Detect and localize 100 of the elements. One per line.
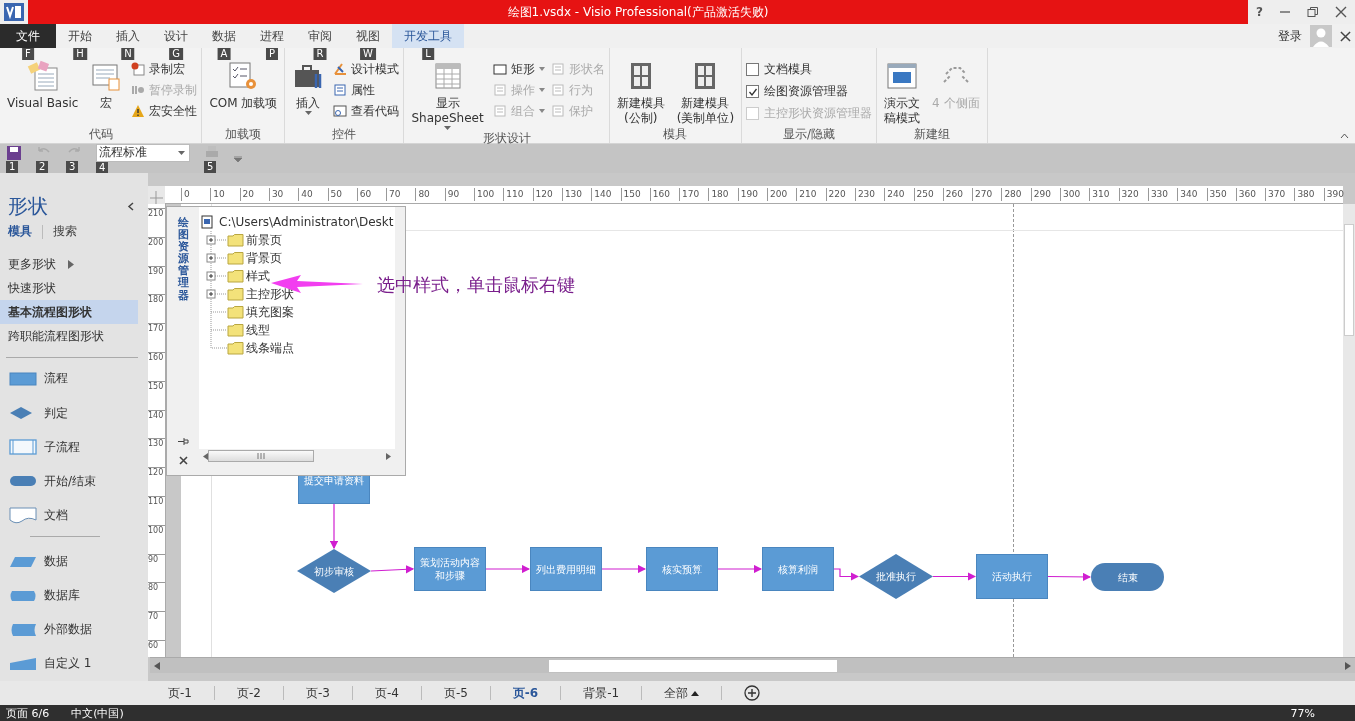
caret-icon bbox=[178, 150, 185, 155]
ribbon-tab[interactable]: 进程 bbox=[248, 24, 296, 48]
close-icon[interactable] bbox=[1334, 6, 1347, 18]
ribbon-tab[interactable]: 开始 bbox=[56, 24, 104, 48]
collapse-ribbon-icon[interactable] bbox=[1340, 133, 1349, 139]
keytip: 1 bbox=[6, 160, 19, 173]
master-shape[interactable]: 数据 bbox=[0, 544, 148, 579]
checkbox-label[interactable]: 绘图资源管理器 bbox=[764, 83, 849, 100]
panel-tab[interactable]: 搜索 bbox=[53, 223, 77, 240]
stencil-item[interactable]: 快速形状 bbox=[0, 276, 138, 300]
present-icon bbox=[886, 60, 919, 92]
connector-arrow bbox=[833, 568, 860, 581]
master-shape[interactable]: 自定义 1 bbox=[0, 646, 148, 681]
connector-arrow bbox=[717, 564, 763, 574]
master-shape[interactable]: 文档 bbox=[0, 498, 148, 533]
tree-item[interactable]: 样式 bbox=[246, 267, 270, 285]
page-tab[interactable]: 页-1 bbox=[168, 684, 192, 702]
master-shape[interactable]: 开始/结束 bbox=[0, 464, 148, 499]
scrollbar-thumb[interactable] bbox=[548, 659, 837, 672]
expand-icon[interactable] bbox=[205, 231, 227, 249]
ribbon-button[interactable]: 属性 bbox=[333, 81, 400, 99]
sign-in-link[interactable]: 登录 bbox=[1278, 27, 1302, 45]
ribbon-tab[interactable]: 文件 bbox=[0, 24, 56, 48]
close-icon[interactable] bbox=[178, 456, 188, 465]
rect-icon bbox=[492, 62, 507, 76]
ribbon-button[interactable]: 查看代码 bbox=[333, 102, 400, 120]
ribbon-tab[interactable]: 插入 bbox=[104, 24, 152, 48]
master-shape[interactable]: 判定 bbox=[0, 396, 148, 431]
restore-icon[interactable] bbox=[1306, 6, 1319, 18]
customize-caret-icon[interactable] bbox=[234, 155, 242, 162]
folder-icon bbox=[227, 233, 244, 247]
checkbox[interactable] bbox=[746, 63, 760, 76]
close-icon[interactable] bbox=[1340, 30, 1351, 42]
connector-arrow bbox=[932, 572, 977, 581]
ribbon-button[interactable]: COM 加载项 bbox=[206, 60, 281, 111]
pin-icon[interactable] bbox=[177, 437, 189, 446]
stencil-item[interactable]: 跨职能流程图形状 bbox=[0, 324, 138, 348]
tree-item[interactable]: 线型 bbox=[246, 321, 270, 339]
ribbon-tab[interactable]: 设计 bbox=[152, 24, 200, 48]
master-shape[interactable]: 流程 bbox=[0, 361, 148, 397]
scrollbar-thumb[interactable] bbox=[1344, 224, 1354, 336]
terminator-shape: 结束 bbox=[1091, 563, 1164, 591]
ribbon-button[interactable]: 矩形 bbox=[492, 60, 545, 78]
tree-item[interactable]: 背景页 bbox=[246, 249, 282, 267]
expand-icon[interactable] bbox=[205, 267, 227, 285]
caret-icon bbox=[444, 126, 452, 130]
ribbon-button[interactable]: 插入 bbox=[289, 60, 328, 115]
page-indicator[interactable]: 页面 6/6 bbox=[6, 705, 50, 721]
page-tab[interactable]: 页-5 bbox=[443, 684, 468, 702]
zoom-level[interactable]: 77% bbox=[1290, 706, 1315, 720]
ribbon-button[interactable]: 设计模式 bbox=[333, 60, 400, 78]
expand-icon[interactable] bbox=[205, 285, 227, 303]
ribbon-button[interactable]: 显示 ShapeSheet bbox=[408, 60, 487, 130]
master-shape[interactable]: 外部数据 bbox=[0, 612, 148, 647]
checkbox-label[interactable]: 文档模具 bbox=[764, 61, 813, 78]
save-icon[interactable] bbox=[6, 144, 22, 161]
tree-item[interactable]: 前景页 bbox=[246, 231, 282, 249]
stencil-item[interactable]: 基本流程图形状 bbox=[0, 300, 138, 324]
ribbon-tab[interactable]: 视图 bbox=[344, 24, 392, 48]
ribbon-button[interactable]: 演示文 稿模式 bbox=[881, 60, 924, 126]
folder-icon bbox=[227, 269, 244, 283]
caret-icon bbox=[304, 111, 312, 115]
document-shape-icon bbox=[8, 505, 38, 526]
page-tab[interactable]: 页-3 bbox=[305, 684, 330, 702]
tree-item[interactable]: 填充图案 bbox=[246, 303, 294, 321]
panel-tab[interactable]: 模具 bbox=[8, 223, 32, 240]
scrollbar-thumb[interactable] bbox=[208, 450, 314, 462]
ribbon-button[interactable]: Visual Basic bbox=[4, 60, 82, 111]
group-label: 代码 bbox=[87, 126, 114, 143]
caret-icon bbox=[691, 690, 700, 696]
connector-arrow bbox=[485, 564, 531, 574]
scroll-right-icon[interactable] bbox=[1345, 661, 1351, 670]
scroll-right-icon[interactable] bbox=[386, 452, 391, 460]
master-shape[interactable]: 数据库 bbox=[0, 578, 148, 613]
ribbon-button[interactable]: 新建模具 (美制单位) bbox=[673, 60, 738, 126]
help-button[interactable]: ? bbox=[1256, 5, 1263, 19]
page-tab[interactable]: 背景-1 bbox=[583, 684, 620, 702]
master-shape[interactable]: 子流程 bbox=[0, 430, 148, 465]
page-tab[interactable]: 页-2 bbox=[236, 684, 261, 702]
scroll-left-icon[interactable] bbox=[154, 661, 160, 670]
ribbon-tab[interactable]: 开发工具 bbox=[392, 24, 464, 48]
page-tab[interactable]: 页-6 bbox=[512, 684, 539, 702]
expand-icon[interactable] bbox=[205, 249, 227, 267]
page-tab[interactable]: 页-4 bbox=[374, 684, 399, 702]
collapse-panel-icon[interactable] bbox=[127, 202, 134, 211]
tree-item[interactable]: 主控形状 bbox=[246, 285, 294, 303]
panel-title: 形状 bbox=[8, 193, 48, 220]
ribbon-button[interactable]: 宏安全性 bbox=[131, 102, 198, 120]
ribbon-button[interactable]: 录制宏 bbox=[131, 60, 198, 78]
page-tab[interactable]: 全部 bbox=[664, 684, 700, 702]
checkbox[interactable] bbox=[746, 85, 760, 98]
stencil-item[interactable]: 更多形状 bbox=[0, 252, 138, 276]
ribbon-button[interactable]: 宏 bbox=[87, 60, 126, 111]
ribbon-tab[interactable]: 数据 bbox=[200, 24, 248, 48]
folder-icon bbox=[227, 341, 244, 355]
tree-item[interactable]: 线条端点 bbox=[246, 339, 294, 357]
language-indicator[interactable]: 中文(中国) bbox=[71, 705, 124, 721]
ribbon-tab[interactable]: 审阅 bbox=[296, 24, 344, 48]
add-page-icon[interactable] bbox=[744, 685, 761, 702]
ribbon-button[interactable]: 新建模具 (公制) bbox=[613, 60, 668, 126]
